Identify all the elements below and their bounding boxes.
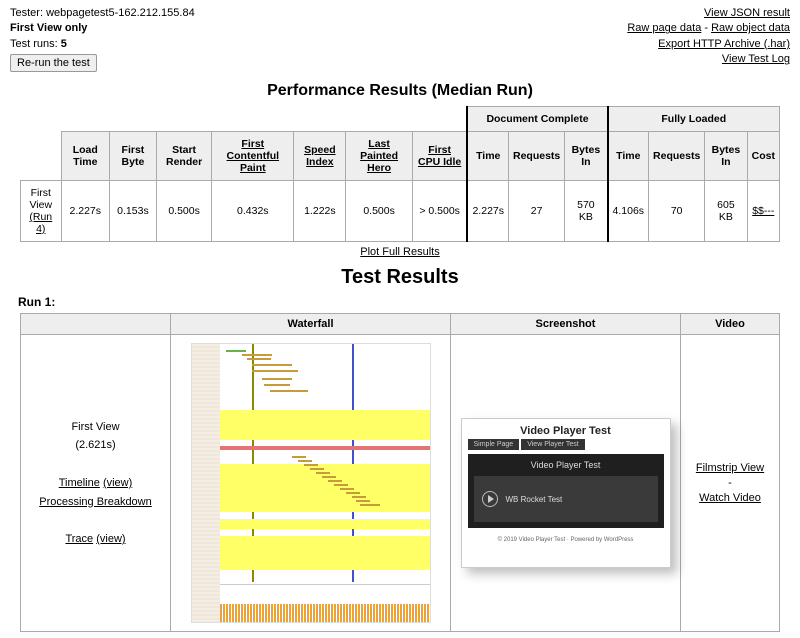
cell-lph: 0.500s xyxy=(346,181,412,242)
view-test-log-link[interactable]: View Test Log xyxy=(722,53,790,65)
col-start-render: Start Render xyxy=(156,132,211,181)
col-first-cpu-idle[interactable]: First CPU Idle xyxy=(412,132,467,181)
test-runs-value: 5 xyxy=(61,38,67,50)
col-cost: Cost xyxy=(747,132,779,181)
col-full-requests: Requests xyxy=(649,132,705,181)
table-row: First View (2.621s) Timeline (view) Proc… xyxy=(21,335,780,632)
col-full-bytes: Bytes In xyxy=(705,132,747,181)
col-full-time: Time xyxy=(608,132,649,181)
col-doc-time: Time xyxy=(467,132,508,181)
header-left: Tester: webpagetest5-162.212.155.84 Firs… xyxy=(10,6,195,72)
col-doc-bytes: Bytes In xyxy=(565,132,608,181)
first-view-time: (2.621s) xyxy=(75,439,115,451)
col-last-painted-hero[interactable]: Last Painted Hero xyxy=(346,132,412,181)
tester-label: Tester: xyxy=(10,7,43,19)
shot-title: Video Player Test xyxy=(462,419,670,439)
shot-tab-2: View Player Test xyxy=(521,439,585,450)
row-label-text: First View xyxy=(29,187,52,211)
raw-page-data-link[interactable]: Raw page data xyxy=(627,22,701,34)
header: Tester: webpagetest5-162.212.155.84 Firs… xyxy=(10,6,790,72)
cell-full-time: 4.106s xyxy=(608,181,649,242)
performance-results-heading: Performance Results (Median Run) xyxy=(10,82,790,100)
view-json-link[interactable]: View JSON result xyxy=(704,7,790,19)
cell-load-time: 2.227s xyxy=(61,181,109,242)
tester-value: webpagetest5-162.212.155.84 xyxy=(46,7,195,19)
row-label: First View (Run 4) xyxy=(21,181,62,242)
test-runs-label: Test runs: xyxy=(10,38,58,50)
empty-header xyxy=(21,132,62,181)
export-har-link[interactable]: Export HTTP Archive (.har) xyxy=(658,38,790,50)
col-screenshot: Screenshot xyxy=(451,314,681,335)
empty-header xyxy=(21,314,171,335)
waterfall-cell xyxy=(171,335,451,632)
link-separator: - xyxy=(701,22,711,34)
cell-doc-time: 2.227s xyxy=(467,181,508,242)
table-row: First View (Run 4) 2.227s 0.153s 0.500s … xyxy=(21,181,780,242)
shot-tab-1: Simple Page xyxy=(468,439,520,450)
trace-view-link[interactable]: (view) xyxy=(96,533,125,545)
cell-start-render: 0.500s xyxy=(156,181,211,242)
run-1-label: Run 1: xyxy=(18,295,790,309)
shot-track: WB Rocket Test xyxy=(506,495,563,504)
cost-link[interactable]: $$--- xyxy=(752,205,774,217)
cell-first-byte: 0.153s xyxy=(109,181,156,242)
rerun-test-button[interactable]: Re-run the test xyxy=(10,54,97,72)
performance-results-table: Document Complete Fully Loaded Load Time… xyxy=(20,106,780,242)
cell-doc-requests: 27 xyxy=(509,181,565,242)
first-view-only: First View only xyxy=(10,21,195,36)
cell-full-bytes: 605 KB xyxy=(705,181,747,242)
watch-video-link[interactable]: Watch Video xyxy=(685,492,775,504)
col-video: Video xyxy=(681,314,780,335)
plot-full-results-link[interactable]: Plot Full Results xyxy=(360,246,439,258)
screenshot-cell: Video Player Test Simple Page View Playe… xyxy=(451,335,681,632)
first-view-label: First View xyxy=(71,421,119,433)
col-first-byte: First Byte xyxy=(109,132,156,181)
shot-footer: © 2019 Video Player Test · Powered by Wo… xyxy=(462,534,670,543)
waterfall-image[interactable] xyxy=(191,343,431,623)
cell-doc-bytes: 570 KB xyxy=(565,181,608,242)
timeline-view-link[interactable]: (view) xyxy=(103,477,132,489)
processing-breakdown-link[interactable]: Processing Breakdown xyxy=(39,496,152,508)
run-1-table: Waterfall Screenshot Video First View (2… xyxy=(20,313,780,632)
col-first-contentful-paint[interactable]: First Contentful Paint xyxy=(212,132,294,181)
trace-link[interactable]: Trace xyxy=(65,533,93,545)
cell-fcp: 0.432s xyxy=(212,181,294,242)
cell-speed-index: 1.222s xyxy=(294,181,346,242)
col-speed-index[interactable]: Speed Index xyxy=(294,132,346,181)
col-group-document-complete: Document Complete xyxy=(467,107,607,132)
cell-first-cpu-idle: > 0.500s xyxy=(412,181,467,242)
col-waterfall: Waterfall xyxy=(171,314,451,335)
video-dash: - xyxy=(728,477,732,489)
first-view-cell: First View (2.621s) Timeline (view) Proc… xyxy=(21,335,171,632)
col-load-time: Load Time xyxy=(61,132,109,181)
screenshot-thumbnail[interactable]: Video Player Test Simple Page View Playe… xyxy=(461,418,671,568)
play-icon xyxy=(482,491,498,507)
shot-inner-title: Video Player Test xyxy=(474,460,658,470)
empty-header xyxy=(21,107,468,132)
cell-cost: $$--- xyxy=(747,181,779,242)
video-cell: Filmstrip View - Watch Video xyxy=(681,335,780,632)
filmstrip-view-link[interactable]: Filmstrip View xyxy=(685,462,775,474)
raw-object-data-link[interactable]: Raw object data xyxy=(711,22,790,34)
cell-full-requests: 70 xyxy=(649,181,705,242)
col-group-fully-loaded: Fully Loaded xyxy=(608,107,780,132)
test-results-heading: Test Results xyxy=(10,266,790,289)
timeline-link[interactable]: Timeline xyxy=(59,477,100,489)
col-doc-requests: Requests xyxy=(509,132,565,181)
header-right-links: View JSON result Raw page data - Raw obj… xyxy=(627,6,790,68)
run-4-link[interactable]: (Run 4) xyxy=(29,211,52,235)
